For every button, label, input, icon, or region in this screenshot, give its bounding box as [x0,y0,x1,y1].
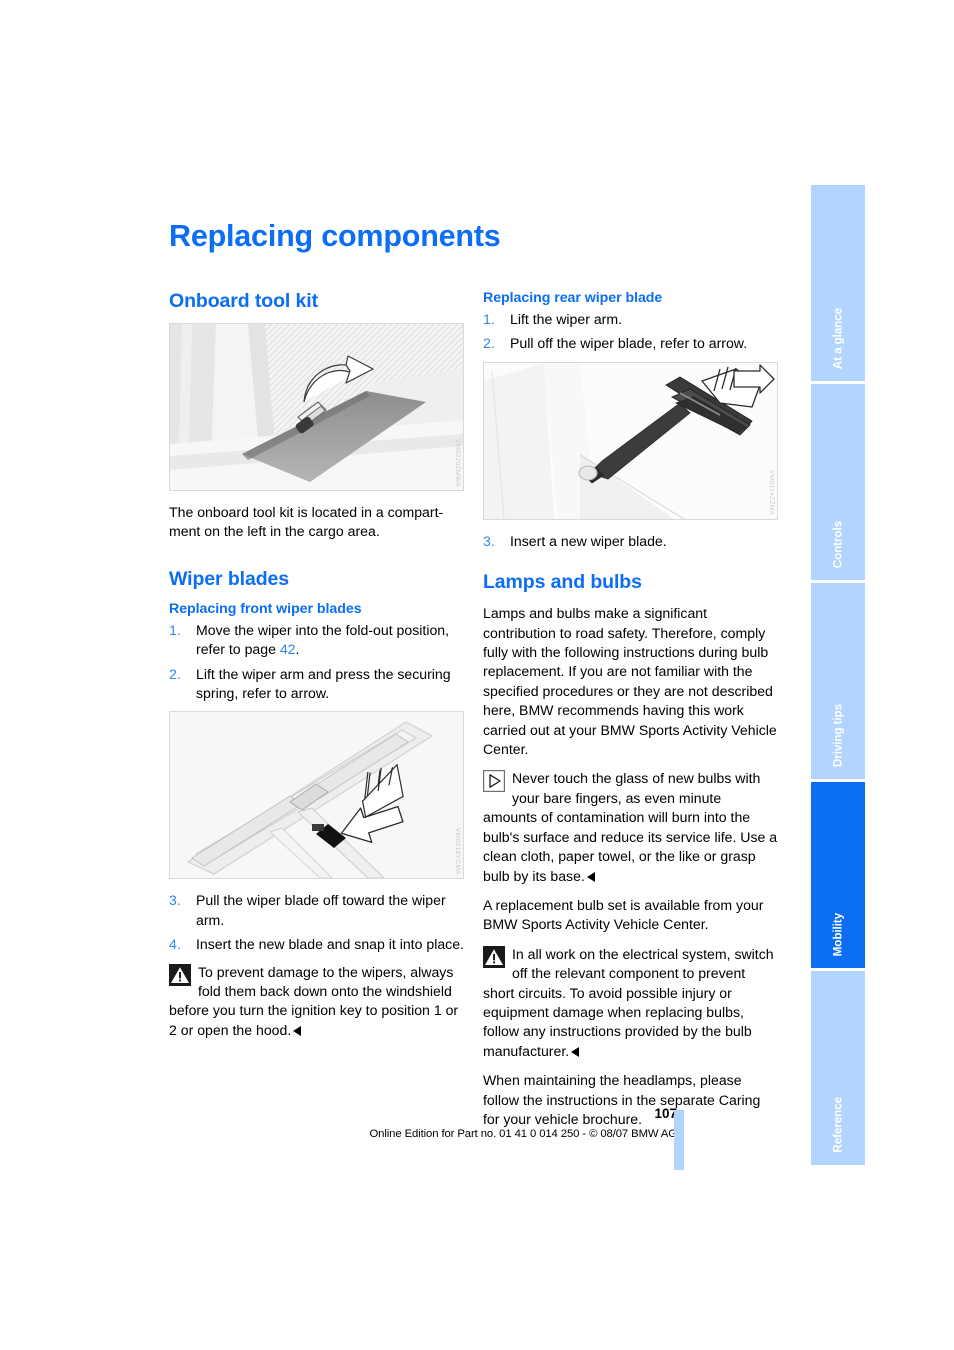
step-text-after: . [295,641,300,658]
list-item: 1. Move the wiper into the fold-out posit… [169,621,464,660]
step-text: Pull off the wiper blade, refer to arrow… [510,335,748,352]
front-wiper-steps-1: 1. Move the wiper into the fold-out posit… [169,621,464,704]
onboard-tool-kit-body: The onboard tool kit is located in a com… [169,504,444,540]
end-of-notice-marker [586,871,595,882]
figure-code: VM0114ZZMA [768,470,775,516]
step-number: 2. [169,665,181,682]
heading-onboard-tool-kit: Onboard tool kit [169,290,318,312]
note-text: Never touch the glass of new bulbs with … [483,770,778,884]
tab-reference[interactable]: Reference [811,971,865,1165]
footer-accent-bar [674,1110,684,1170]
list-item: 3. Insert a new wiper blade. [483,532,778,551]
page-number: 107 [654,1106,677,1121]
end-of-notice-marker [293,1025,302,1036]
heading-lamps-and-bulbs: Lamps and bulbs [483,571,642,594]
step-number: 4. [169,936,181,953]
replacement-bulb-set-text: A replacement bulb set is available from… [483,896,764,933]
figure-onboard-tool-kit: VM0220ZMWA [169,323,464,491]
step-number: 1. [483,311,495,327]
left-column: Onboard tool kit VM0220ZMWA The onboard … [169,290,464,1050]
note-play-triangle-icon [483,770,505,793]
list-item: 2. Pull off the wiper blade, refer to arr… [483,334,778,353]
warning-wiper-fold-down: To prevent damage to the wipers, always … [169,963,464,1041]
warning-text: To prevent damage to the wipers, always … [169,963,459,1038]
lamps-intro-text: Lamps and bulbs make a significant contr… [483,605,777,758]
figure-rear-wiper-blade: VM0114ZZMA [483,361,778,520]
front-wiper-steps-2: 3. Pull the wiper blade off toward the wi… [169,891,464,954]
step-text: Move the wiper into the fold-out positio… [196,621,450,658]
manual-page: Replacing components Onboard tool kit VM… [0,0,954,1350]
list-item: 2. Lift the wiper arm and press the secur… [169,665,464,704]
tab-at-a-glance[interactable]: At a glance [811,185,865,381]
tab-controls[interactable]: Controls [811,384,865,580]
list-item: 1. Lift the wiper arm. [483,310,778,329]
step-text: Insert the new blade and snap it into pl… [196,936,464,953]
step-text: Insert a new wiper blade. [510,532,667,549]
step-number: 3. [483,532,495,549]
figure-front-wiper-blade-illustration [170,712,463,879]
figure-onboard-tool-kit-illustration [170,324,463,490]
warning-triangle-icon [483,945,505,968]
list-item: 3. Pull the wiper blade off toward the wi… [169,891,464,930]
note-never-touch-bulb-glass: Never touch the glass of new bulbs with … [483,769,778,885]
warning-electrical-system: In all work on the electrical system, sw… [483,945,778,1061]
tab-driving-tips[interactable]: Driving tips [811,583,865,779]
figure-front-wiper-blade: VM0218YCMA [169,711,464,880]
page-reference-link[interactable]: 42 [280,641,296,657]
subheading-replacing-rear-wiper-blade: Replacing rear wiper blade [483,290,663,306]
step-text: Lift the wiper arm and press the securin… [196,665,451,702]
rear-wiper-steps-2: 3. Insert a new wiper blade. [483,532,778,551]
warning-text: In all work on the electrical system, sw… [483,945,774,1059]
list-item: 4. Insert the new blade and snap it into … [169,935,464,954]
step-number: 3. [169,892,181,909]
tab-mobility[interactable]: Mobility [811,782,865,968]
page-title: Replacing components [169,219,501,253]
heading-wiper-blades: Wiper blades [169,567,289,590]
subheading-replacing-front-wiper-blades: Replacing front wiper blades [169,600,362,617]
figure-code: VM0220ZMWA [454,439,461,487]
warning-triangle-icon [169,963,191,986]
rear-wiper-steps-1: 1. Lift the wiper arm. 2. Pull off the wip… [483,310,778,354]
step-text: Pull the wiper blade off toward the wipe… [196,892,446,928]
end-of-notice-marker [571,1046,580,1057]
tab-label: At a glance [831,307,845,369]
tab-label: Reference [831,1097,845,1153]
tab-label: Mobility [831,912,845,956]
footer-edition-line: Online Edition for Part no. 01 41 0 014 … [369,1128,677,1140]
step-number: 1. [169,621,181,638]
step-number: 2. [483,335,495,352]
step-text: Lift the wiper arm. [510,311,623,327]
figure-code: VM0218YCMA [454,828,461,876]
figure-rear-wiper-blade-illustration [484,362,777,519]
chapter-tab-rail: At a glance Controls Driving tips Mobili… [811,185,865,1165]
tab-label: Driving tips [831,703,845,767]
tab-label: Controls [831,520,845,568]
right-column: Replacing rear wiper blade 1. Lift the wi… [483,290,778,1139]
